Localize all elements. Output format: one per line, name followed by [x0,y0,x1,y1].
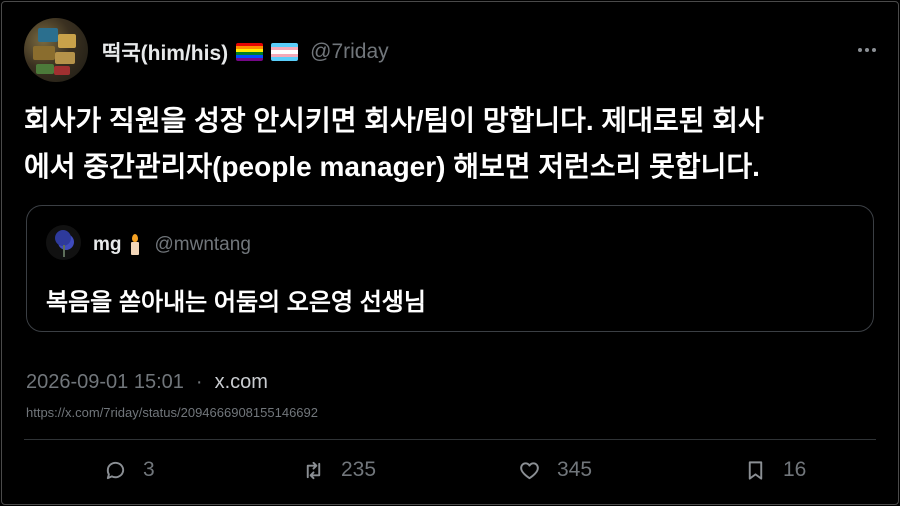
quoted-tweet-text: 복음을 쏟아내는 어둠의 오은영 선생님 [46,289,426,316]
reply-icon [106,461,125,479]
bookmark-icon [748,460,763,480]
quoted-author-name[interactable]: mg [93,234,122,256]
retweet-icon [306,461,321,479]
transgender-flag-icon [271,43,299,61]
quoted-author-line: mg @mwntang [93,234,251,256]
like-count: 345 [557,458,593,481]
more-horizontal-icon[interactable] [858,48,876,54]
bookmark-button[interactable]: 16 [744,458,806,482]
author-avatar[interactable] [24,18,88,82]
source-site[interactable]: x.com [215,371,268,394]
retweet-count: 235 [341,458,377,481]
retweet-button[interactable]: 235 [302,458,376,482]
timestamp[interactable]: 2026-09-01 15:01 [26,371,184,394]
author-name[interactable]: 떡국(him/his) [102,37,228,67]
heart-icon [520,461,539,479]
reply-count: 3 [143,458,155,481]
quoted-tweet[interactable]: mg @mwntang 복음을 쏟아내는 어둠의 오은영 선생님 [26,205,874,332]
author-handle[interactable]: @7riday [310,40,389,64]
action-bar: 3 235 345 16 [24,458,876,488]
divider [24,439,876,440]
quoted-author-handle[interactable]: @mwntang [155,234,251,256]
tweet-text: 회사가 직원을 성장 안시키면 회사/팀이 망합니다. 제대로된 회사 에서 중… [24,98,876,190]
candle-icon [129,234,141,256]
tweet-url[interactable]: https://x.com/7riday/status/209466690815… [26,405,318,420]
quoted-author-avatar[interactable] [46,225,81,260]
meta-separator: · [195,371,203,393]
tweet-text-line-2: 에서 중간관리자(people manager) 해보면 저런소리 못합니다. [24,151,760,182]
like-button[interactable]: 345 [518,458,592,482]
tweet-header: 떡국(him/his) @7riday [24,18,876,82]
reply-button[interactable]: 3 [104,458,155,482]
author-line: 떡국(him/his) @7riday [102,39,389,65]
tweet-text-line-1: 회사가 직원을 성장 안시키면 회사/팀이 망합니다. 제대로된 회사 [24,105,764,136]
bookmark-count: 16 [783,458,807,481]
tweet-meta: 2026-09-01 15:01 · x.com [26,371,268,394]
rainbow-flag-icon [236,43,264,61]
